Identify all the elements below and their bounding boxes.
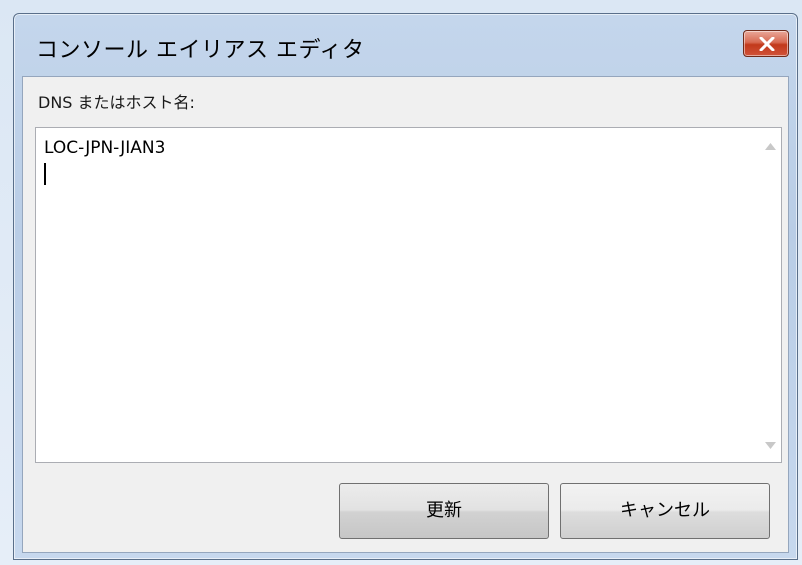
scroll-up-button[interactable] [760,136,781,157]
update-button[interactable]: 更新 [339,483,549,539]
close-icon [759,37,775,51]
host-name-label: DNS またはホスト名: [38,93,195,112]
chevron-down-icon [765,442,776,449]
text-caret [44,163,46,185]
chevron-up-icon [765,143,776,150]
dialog-window: コンソール エイリアス エディタ DNS またはホスト名: LOC-JPN-JI… [13,13,798,560]
host-name-textarea[interactable]: LOC-JPN-JIAN3 [35,127,782,463]
close-button[interactable] [743,30,789,57]
cancel-button[interactable]: キャンセル [560,483,770,539]
dialog-content: DNS またはホスト名: LOC-JPN-JIAN3 更新 キャンセル [22,76,789,553]
title-bar[interactable]: コンソール エイリアス エディタ [14,14,797,76]
scroll-down-button[interactable] [760,435,781,456]
host-name-value: LOC-JPN-JIAN3 [44,138,166,158]
vertical-scrollbar[interactable] [760,128,781,462]
window-title: コンソール エイリアス エディタ [36,38,365,63]
